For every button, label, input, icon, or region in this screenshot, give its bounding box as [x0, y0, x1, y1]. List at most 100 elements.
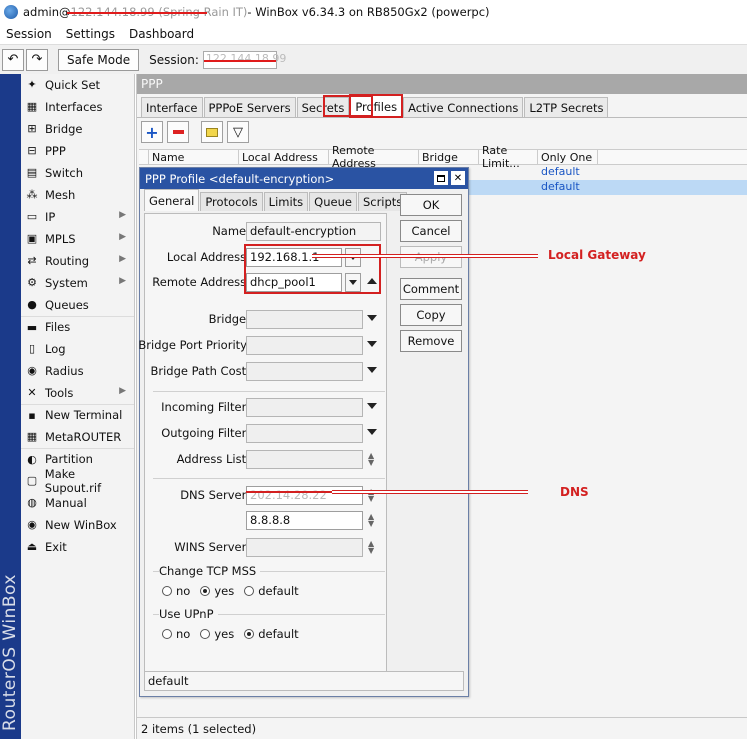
redo-button[interactable]: ↷: [26, 48, 48, 71]
sidebar-item-label: Quick Set: [45, 77, 101, 92]
sidebar-item-log[interactable]: ▯ Log: [21, 338, 134, 360]
tools-icon: ✕: [27, 386, 37, 399]
wins-server-label: WINS Server:: [174, 540, 250, 554]
upnp-default[interactable]: default: [244, 627, 299, 641]
bridge-port-priority-field[interactable]: [246, 336, 363, 355]
bridge-port-priority-row: Bridge Port Priority:: [138, 336, 388, 356]
outgoing-filter-row: Outgoing Filter:: [145, 424, 388, 444]
chevron-down-icon[interactable]: [367, 403, 377, 409]
sidebar-item-ip[interactable]: ▭ IP ▶: [21, 206, 134, 228]
col-only-one[interactable]: Only One: [538, 150, 598, 164]
tab-pppoe-servers[interactable]: PPPoE Servers: [203, 97, 296, 117]
dns-server-field-2[interactable]: 8.8.8.8: [246, 511, 363, 530]
bridge-field[interactable]: [246, 310, 363, 329]
col-rate-limit[interactable]: Rate Limit...: [479, 144, 538, 170]
sidebar-item-mesh[interactable]: ⁂ Mesh: [21, 184, 134, 206]
manual-icon: ◍: [27, 496, 37, 509]
tab-limits[interactable]: Limits: [263, 192, 309, 211]
sidebar-item-label: MPLS: [45, 231, 76, 246]
chevron-down-icon[interactable]: [367, 315, 377, 321]
comment-button[interactable]: Comment: [400, 278, 462, 300]
filter-button[interactable]: ▽: [227, 121, 249, 143]
bridge-path-cost-field[interactable]: [246, 362, 363, 381]
sidebar-item-new-terminal[interactable]: ▪ New Terminal: [21, 404, 134, 426]
sidebar-item-ppp[interactable]: ⊟ PPP: [21, 140, 134, 162]
upnp-no[interactable]: no: [162, 627, 190, 641]
sidebar-item-bridge[interactable]: ⊞ Bridge: [21, 118, 134, 140]
remove-button[interactable]: Remove: [400, 330, 462, 352]
address-list-field[interactable]: [246, 450, 363, 469]
sidebar-item-manual[interactable]: ◍ Manual: [21, 492, 134, 514]
maximize-button[interactable]: [434, 171, 448, 185]
tab-general[interactable]: General: [144, 189, 200, 211]
wins-server-field[interactable]: [246, 538, 363, 557]
chevron-down-icon[interactable]: [367, 341, 377, 347]
updown-icon[interactable]: ▲▼: [368, 513, 374, 528]
add-button[interactable]: +: [141, 121, 163, 143]
tab-protocols[interactable]: Protocols: [200, 192, 263, 211]
sidebar-item-metarouter[interactable]: ▦ MetaROUTER: [21, 426, 134, 448]
switch-icon: ▤: [26, 166, 38, 179]
dns-server-label: DNS Server:: [180, 488, 250, 502]
col-name[interactable]: Name: [149, 150, 239, 164]
upnp-yes[interactable]: yes: [200, 627, 234, 641]
close-icon: ✕: [453, 172, 463, 184]
tab-l2tp-secrets[interactable]: L2TP Secrets: [524, 97, 609, 117]
sidebar-item-interfaces[interactable]: ▦ Interfaces: [21, 96, 134, 118]
dns-server-field-1[interactable]: 202.14.28.22: [246, 486, 363, 505]
sidebar-item-new-winbox[interactable]: ◉ New WinBox: [21, 514, 134, 536]
tcp-mss-yes[interactable]: yes: [200, 584, 234, 598]
sidebar: ✦ Quick Set ▦ Interfaces ⊞ Bridge ⊟ PPP ▤ Switch ⁂…: [21, 74, 135, 739]
cancel-button[interactable]: Cancel: [400, 220, 462, 242]
copy-button[interactable]: Copy: [400, 304, 462, 326]
sidebar-item-routing[interactable]: ⇄ Routing ▶: [21, 250, 134, 272]
sidebar-item-queues[interactable]: ● Queues: [21, 294, 134, 316]
sidebar-item-exit[interactable]: ⏏ Exit: [21, 536, 134, 558]
sidebar-item-label: Queues: [45, 297, 89, 312]
sidebar-item-radius[interactable]: ◉ Radius: [21, 360, 134, 382]
radio-selected-icon: [200, 586, 211, 596]
tcp-mss-default[interactable]: default: [244, 584, 299, 598]
sidebar-item-switch[interactable]: ▤ Switch: [21, 162, 134, 184]
menu-dashboard[interactable]: Dashboard: [129, 27, 194, 41]
local-address-label: Local Address:: [166, 250, 250, 264]
chevron-down-icon[interactable]: [367, 367, 377, 373]
tab-queue[interactable]: Queue: [309, 192, 357, 211]
menu-settings[interactable]: Settings: [66, 27, 115, 41]
sidebar-item-files[interactable]: ▬ Files: [21, 316, 134, 338]
incoming-filter-row: Incoming Filter:: [145, 398, 388, 418]
divider: [153, 391, 385, 392]
dns-server-row: DNS Server: 202.14.28.22 ▲▼: [145, 486, 388, 506]
tab-active-connections[interactable]: Active Connections: [403, 97, 524, 117]
comment-button[interactable]: [201, 121, 223, 143]
sidebar-item-make-supout-rif[interactable]: ▢ Make Supout.rif: [21, 467, 134, 495]
bridge-icon: ⊞: [27, 122, 37, 135]
menu-session[interactable]: Session: [6, 27, 52, 41]
col-remote-address[interactable]: Remote Address: [329, 144, 419, 170]
name-field[interactable]: default-encryption: [246, 222, 381, 241]
minus-icon: [172, 130, 184, 134]
tab-interface[interactable]: Interface: [141, 97, 203, 117]
undo-button[interactable]: ↶: [2, 48, 24, 71]
col-local-address[interactable]: Local Address: [239, 150, 329, 164]
session-field[interactable]: 122.144.18.99: [202, 50, 286, 69]
outgoing-filter-field[interactable]: [246, 424, 363, 443]
updown-icon[interactable]: ▲▼: [368, 452, 374, 467]
undo-icon: ↶: [7, 52, 19, 67]
main-toolbar: ↶ ↷ Safe Mode Session: 122.144.18.99: [0, 44, 747, 74]
sidebar-item-quick-set[interactable]: ✦ Quick Set: [21, 74, 134, 96]
sidebar-item-tools[interactable]: ✕ Tools ▶: [21, 382, 134, 404]
chevron-down-icon[interactable]: [367, 429, 377, 435]
wins-server-row: WINS Server: ▲ ▼: [145, 538, 388, 558]
ok-button[interactable]: OK: [400, 194, 462, 216]
updown-icon[interactable]: ▲▼: [368, 540, 374, 555]
sidebar-item-system[interactable]: ⚙ System ▶: [21, 272, 134, 294]
col-bridge[interactable]: Bridge: [419, 150, 479, 164]
tcp-mss-no[interactable]: no: [162, 584, 190, 598]
incoming-filter-field[interactable]: [246, 398, 363, 417]
close-button[interactable]: ✕: [451, 171, 465, 185]
sidebar-item-mpls[interactable]: ▣ MPLS ▶: [21, 228, 134, 250]
safe-mode-button[interactable]: Safe Mode: [58, 48, 140, 71]
remove-button[interactable]: [167, 121, 189, 143]
sidebar-item-label: Mesh: [45, 187, 76, 202]
